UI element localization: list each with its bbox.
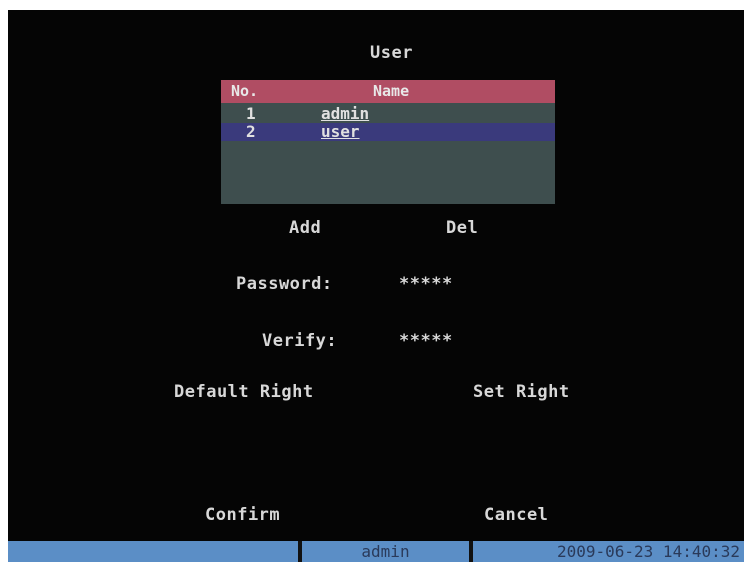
password-label: Password: [236,274,333,294]
default-right-button[interactable]: Default Right [174,382,314,402]
verify-field[interactable]: ***** [399,331,453,351]
row-name: admin [321,104,370,123]
set-right-button[interactable]: Set Right [473,382,570,402]
row-no: 2 [246,122,256,141]
table-row-user[interactable]: 2 user [221,122,555,141]
dvr-screen: User No. Name 1 admin 2 user Add Del Pas… [8,10,744,562]
row-no: 1 [246,104,256,123]
status-segment-empty [8,541,298,562]
status-user: admin [302,541,469,562]
table-header: No. Name [221,80,555,103]
column-header-no: No. [231,82,259,100]
delete-button[interactable]: Del [446,218,478,238]
password-field[interactable]: ***** [399,274,453,294]
add-button[interactable]: Add [289,218,321,238]
verify-label: Verify: [262,331,338,351]
user-table: No. Name 1 admin 2 user [221,80,555,204]
confirm-button[interactable]: Confirm [205,505,280,525]
column-header-name: Name [373,82,410,100]
page-title: User [370,43,413,63]
table-row-admin[interactable]: 1 admin [221,104,555,123]
status-bar: admin 2009-06-23 14:40:32 [8,541,744,562]
cancel-button[interactable]: Cancel [484,505,548,525]
status-datetime: 2009-06-23 14:40:32 [473,541,744,562]
row-name: user [321,122,360,141]
